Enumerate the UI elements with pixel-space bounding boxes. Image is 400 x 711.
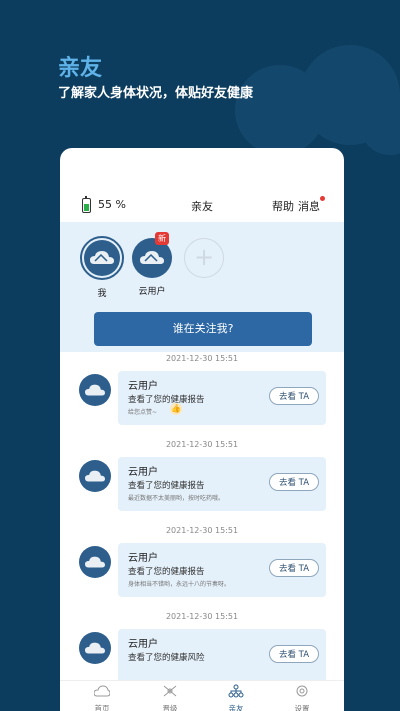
friend-label-me: 我 <box>97 289 107 299</box>
cloud-icon <box>90 251 114 264</box>
friends-icon <box>228 684 244 698</box>
tab-label: 设置 <box>294 704 310 711</box>
friend-me[interactable]: 我 <box>77 236 127 299</box>
timestamp: 2021-12-30 15:51 <box>165 612 239 621</box>
cloud-icon <box>85 556 105 567</box>
activity-card: 云用户 查看了您的健康风险 去看 TA <box>118 629 326 683</box>
view-ta-button[interactable]: 去看 TA <box>269 473 319 491</box>
user-name: 云用户 <box>128 553 158 564</box>
thumbs-up-icon: 👍 <box>170 403 182 415</box>
avatar[interactable] <box>79 374 111 406</box>
avatar-ring <box>80 236 124 280</box>
friend-cloud-user[interactable]: 新 云用户 <box>127 232 177 297</box>
user-name: 云用户 <box>128 381 158 392</box>
activity-desc: 查看了您的健康报告 <box>128 395 205 405</box>
who-follows-me-button[interactable]: 谁在关注我? <box>94 312 312 346</box>
new-badge: 新 <box>155 232 169 245</box>
timestamp: 2021-12-30 15:51 <box>165 354 239 363</box>
activity-card: 云用户 查看了您的健康报告 身体相当不错哟，永远十八的节奏呀。 去看 TA <box>118 543 326 597</box>
levels-icon <box>163 685 177 697</box>
cloud-icon <box>140 251 164 264</box>
avatar[interactable] <box>79 632 111 664</box>
messages-button[interactable]: 消息 <box>298 198 320 214</box>
avatar <box>84 240 120 276</box>
add-friend-button[interactable]: + <box>184 238 224 278</box>
bottom-tab-bar: 首页 晋级 亲友 设置 <box>60 680 344 711</box>
tab-settings[interactable]: 设置 <box>282 683 322 711</box>
list-item: 2021-12-30 15:51 云用户 查看了您的健康报告 最近数据不太美丽哟… <box>60 440 344 524</box>
friend-label: 云用户 <box>138 287 166 297</box>
list-item: 2021-12-30 15:51 云用户 查看了您的健康报告 身体相当不错哟，永… <box>60 526 344 610</box>
tab-friends[interactable]: 亲友 <box>216 683 256 711</box>
user-name: 云用户 <box>128 467 158 478</box>
view-ta-button[interactable]: 去看 TA <box>269 645 319 663</box>
cloud-icon <box>85 642 105 653</box>
phone-screen: 55 % 亲友 帮助 消息 我 新 云用户 + 谁在关注我? 2021-12-3… <box>60 148 344 711</box>
promo-title: 亲友 <box>58 56 103 81</box>
activity-note: 身体相当不错哟，永远十八的节奏呀。 <box>128 581 231 588</box>
settings-icon <box>296 685 308 697</box>
home-icon <box>93 685 111 697</box>
timestamp: 2021-12-30 15:51 <box>165 526 239 535</box>
activity-card: 云用户 查看了您的健康报告 最近数据不太美丽哟，按时吃药哦。 去看 TA <box>118 457 326 511</box>
friends-row: 我 新 云用户 + 谁在关注我? <box>60 222 344 352</box>
unread-dot <box>320 196 325 201</box>
help-button[interactable]: 帮助 <box>272 198 294 214</box>
timestamp: 2021-12-30 15:51 <box>165 440 239 449</box>
activity-note: 给您点赞~ <box>128 409 158 416</box>
tab-levels[interactable]: 晋级 <box>150 683 190 711</box>
avatar[interactable] <box>79 460 111 492</box>
cloud-icon <box>85 470 105 481</box>
activity-note: 最近数据不太美丽哟，按时吃药哦。 <box>128 495 225 502</box>
activity-desc: 查看了您的健康报告 <box>128 481 205 491</box>
tab-label: 亲友 <box>228 704 244 711</box>
avatar[interactable] <box>79 546 111 578</box>
view-ta-button[interactable]: 去看 TA <box>269 559 319 577</box>
tab-home[interactable]: 首页 <box>82 683 122 711</box>
activity-desc: 查看了您的健康风险 <box>128 653 205 663</box>
top-bar: 55 % 亲友 帮助 消息 <box>60 188 344 222</box>
cloud-icon <box>85 384 105 395</box>
activity-card: 云用户 查看了您的健康报告 给您点赞~ 👍 去看 TA <box>118 371 326 425</box>
view-ta-button[interactable]: 去看 TA <box>269 387 319 405</box>
tab-label: 晋级 <box>162 704 178 711</box>
user-name: 云用户 <box>128 639 158 650</box>
activity-desc: 查看了您的健康报告 <box>128 567 205 577</box>
list-item: 2021-12-30 15:51 云用户 查看了您的健康报告 给您点赞~ 👍 去… <box>60 354 344 438</box>
promo-subtitle: 了解家人身体状况，体贴好友健康 <box>58 86 254 101</box>
tab-label: 首页 <box>94 704 110 711</box>
